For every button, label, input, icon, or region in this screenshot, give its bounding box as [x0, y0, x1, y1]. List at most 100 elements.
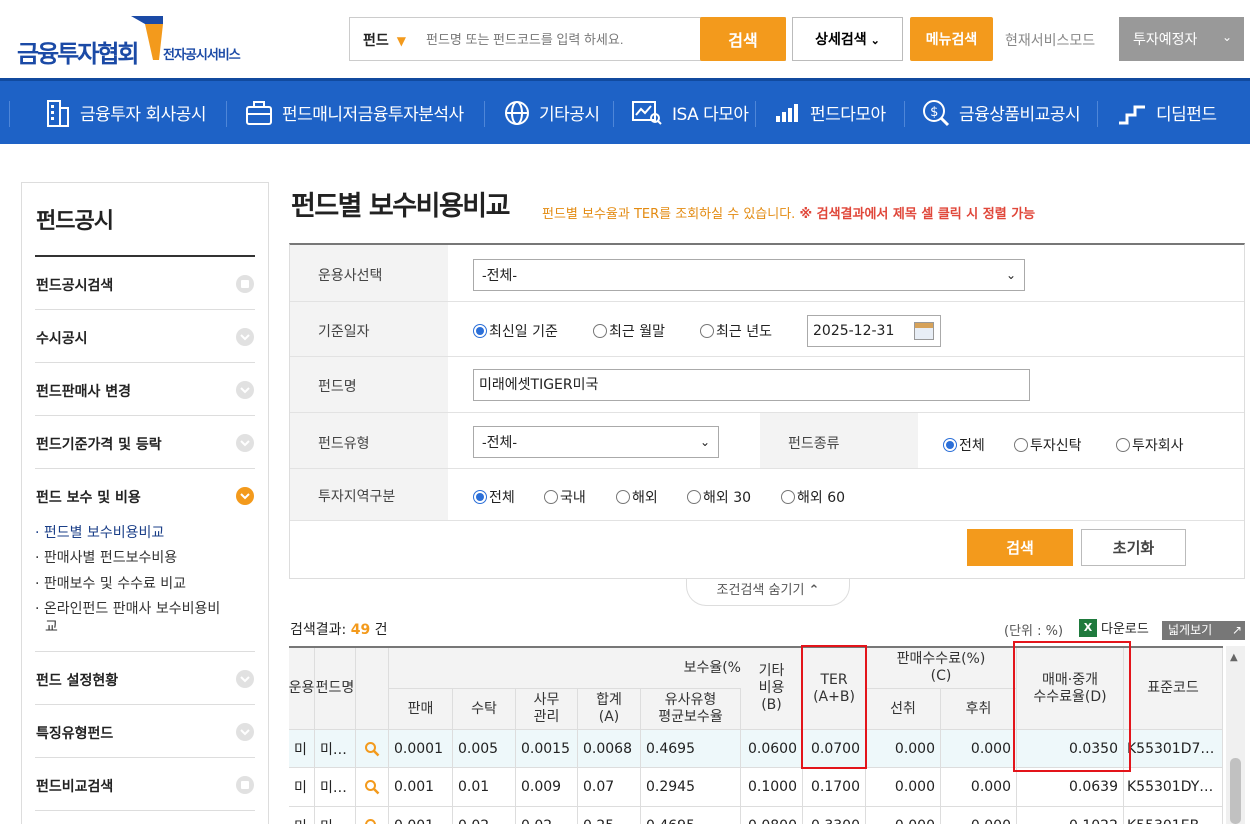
table-cell-other: 0.0800 [741, 807, 803, 824]
kind-option-all[interactable]: 전체 [943, 435, 985, 455]
region-option-all[interactable]: 전체 [473, 487, 515, 507]
region-option-overseas[interactable]: 해외 [616, 487, 658, 507]
nav-divider [904, 101, 905, 127]
advanced-search-button[interactable]: 상세검색 ⌄ [792, 17, 903, 61]
sidebar-item-feature-fund[interactable]: 특징유형펀드 [35, 705, 255, 758]
sidebar-item-nav-price[interactable]: 펀드기준가격 및 등락 [35, 416, 255, 469]
chevron-up-icon: ⌃ [808, 583, 820, 598]
wide-view-button[interactable]: 넓게보기 ↗ [1162, 621, 1245, 640]
nav-label: 기타공시 [539, 105, 600, 125]
chevron-down-icon [236, 381, 254, 399]
chevron-down-icon: ▼ [396, 34, 406, 48]
menu-search-button[interactable]: 메뉴검색 [910, 17, 993, 61]
radio-checked-icon [473, 490, 487, 504]
table-cell-back: 0.000 [941, 768, 1017, 807]
nav-label: 디딤펀드 [1156, 105, 1217, 125]
nav-item-isa[interactable]: ISA 다모아 [631, 81, 749, 144]
sidebar-subitem-distributor-fee[interactable]: · 판매사별 펀드보수비용 [35, 547, 177, 567]
search-input[interactable] [426, 28, 696, 50]
region-option-overseas-30[interactable]: 해외 30 [687, 487, 751, 507]
result-count-number: 49 [350, 622, 371, 638]
scroll-up-icon[interactable]: ▲ [1230, 652, 1238, 663]
col-header-code[interactable]: 표준코드 [1124, 648, 1223, 730]
nav-item-product-compare[interactable]: $ 금융상품비교공시 [922, 81, 1081, 144]
col-header-admin[interactable]: 사무 관리 [516, 689, 578, 730]
col-header-company[interactable]: 운용 [289, 648, 315, 730]
form-row-region: 투자지역구분 전체 국내 해외 해외 30 해외 60 [290, 469, 1244, 521]
sidebar-item-fund-compare-search[interactable]: 펀드비교검색 [35, 758, 255, 811]
sidebar-subitem-online-fee[interactable]: · 온라인펀드 판매사 보수비용비 [35, 598, 220, 618]
sidebar-item-distributor-change[interactable]: 펀드판매사 변경 [35, 363, 255, 416]
sidebar-subitem-online-fee-cont[interactable]: 교 [45, 616, 58, 636]
col-header-similar[interactable]: 유사유형 평균보수율 [641, 689, 741, 730]
search-category-select[interactable]: 펀드 ▼ [363, 30, 406, 50]
type-label: 펀드유형 [318, 436, 370, 452]
region-option-overseas-60[interactable]: 해외 60 [781, 487, 845, 507]
table-cell-trading: 0.1022 [1017, 807, 1124, 824]
table-cell-detail[interactable] [356, 807, 389, 824]
table-cell-total: 0.0068 [578, 730, 641, 768]
chevron-down-icon [236, 328, 254, 346]
col-header-other[interactable]: 기타 비용 (B) [741, 648, 803, 730]
sidebar-item-fund-setup[interactable]: 펀드 설정현황 [35, 652, 255, 705]
kind-option-trust[interactable]: 투자신탁 [1014, 435, 1082, 455]
radio-icon [544, 490, 558, 504]
col-header-front[interactable]: 선취 [866, 689, 941, 730]
sidebar-item-label: 수시공시 [36, 331, 88, 347]
search-button[interactable]: 검색 [700, 17, 786, 61]
table-cell-admin: 0.02 [516, 807, 578, 824]
sidebar-subitem-sales-fee-compare[interactable]: · 판매보수 및 수수료 비교 [35, 573, 186, 593]
table-cell-company: 미 [289, 730, 315, 768]
page-title: 펀드별 보수비용비교 [291, 191, 510, 222]
radio-icon [687, 490, 701, 504]
nav-label: 펀드다모아 [810, 105, 886, 125]
col-header-sales[interactable]: 판매 [389, 689, 453, 730]
table-scrollbar[interactable]: ▲ [1226, 646, 1245, 824]
sidebar-subitem-fund-fee-compare[interactable]: · 펀드별 보수비용비교 [35, 522, 164, 542]
table-cell-fund-link[interactable]: 미… [315, 768, 356, 807]
chevron-down-icon [236, 670, 254, 688]
download-button[interactable]: X 다운로드 [1079, 618, 1149, 637]
table-cell-detail[interactable] [356, 768, 389, 807]
form-search-button[interactable]: 검색 [967, 529, 1073, 566]
company-select[interactable]: -전체- ⌄ [473, 259, 1025, 291]
table-cell-fund-link[interactable]: 미… [315, 730, 356, 768]
reset-button[interactable]: 초기화 [1081, 529, 1186, 566]
fundname-input[interactable]: 미래에셋TIGER미국 [473, 369, 1030, 401]
table-cell-fund-link[interactable]: 미… [315, 807, 356, 824]
col-header-back[interactable]: 후취 [941, 689, 1017, 730]
scroll-thumb[interactable] [1230, 758, 1241, 824]
magnifier-icon[interactable] [364, 818, 380, 824]
magnifier-icon[interactable] [364, 779, 380, 795]
date-option-latest[interactable]: 최신일 기준 [473, 321, 558, 341]
date-option-month-end[interactable]: 최근 월말 [593, 321, 665, 341]
fund-type-select[interactable]: -전체- ⌄ [473, 426, 719, 458]
sidebar-item-fund-search[interactable]: 펀드공시검색 [35, 257, 255, 310]
nav-item-other-disclosure[interactable]: 기타공시 [504, 81, 600, 144]
nav-item-didim-fund[interactable]: 디딤펀드 [1117, 81, 1217, 144]
nav-item-fund-damoa[interactable]: 펀드다모아 [775, 81, 886, 144]
col-header-trust[interactable]: 수탁 [453, 689, 516, 730]
col-header-total[interactable]: 합계 (A) [578, 689, 641, 730]
nav-item-company-disclosure[interactable]: 금융투자 회사공시 [45, 81, 207, 144]
table-cell-detail[interactable] [356, 730, 389, 768]
logo-mark-icon [131, 16, 163, 60]
kind-option-company[interactable]: 투자회사 [1116, 435, 1184, 455]
sidebar-item-label: 펀드기준가격 및 등락 [36, 437, 162, 453]
date-option-year-end[interactable]: 최근 년도 [700, 321, 772, 341]
calendar-icon[interactable] [914, 322, 934, 340]
col-header-fund[interactable]: 펀드명 [315, 648, 356, 730]
table-cell-similar: 0.2945 [641, 768, 741, 807]
magnifier-icon[interactable] [364, 741, 380, 757]
form-row-company: 운용사선택 -전체- ⌄ [290, 245, 1244, 302]
form-label-cell: 투자지역구분 [290, 469, 448, 520]
nav-item-fund-manager[interactable]: 펀드매니저금융투자분석사 [245, 81, 464, 144]
date-input[interactable]: 2025-12-31 [807, 315, 941, 347]
hide-conditions-toggle[interactable]: 조건검색 숨기기 ⌃ [686, 579, 850, 606]
region-option-domestic[interactable]: 국내 [544, 487, 586, 507]
investor-mode-select[interactable]: 투자예정자 ⌄ [1119, 17, 1244, 61]
sidebar-item-adhoc[interactable]: 수시공시 [35, 310, 255, 363]
radio-icon [781, 490, 795, 504]
form-row-type: 펀드유형 -전체- ⌄ 펀드종류 전체 투자신탁 투자회사 [290, 413, 1244, 469]
page-description: 펀드별 보수율과 TER를 조회하실 수 있습니다. ※ 검색결과에서 제목 셀… [542, 207, 1036, 222]
